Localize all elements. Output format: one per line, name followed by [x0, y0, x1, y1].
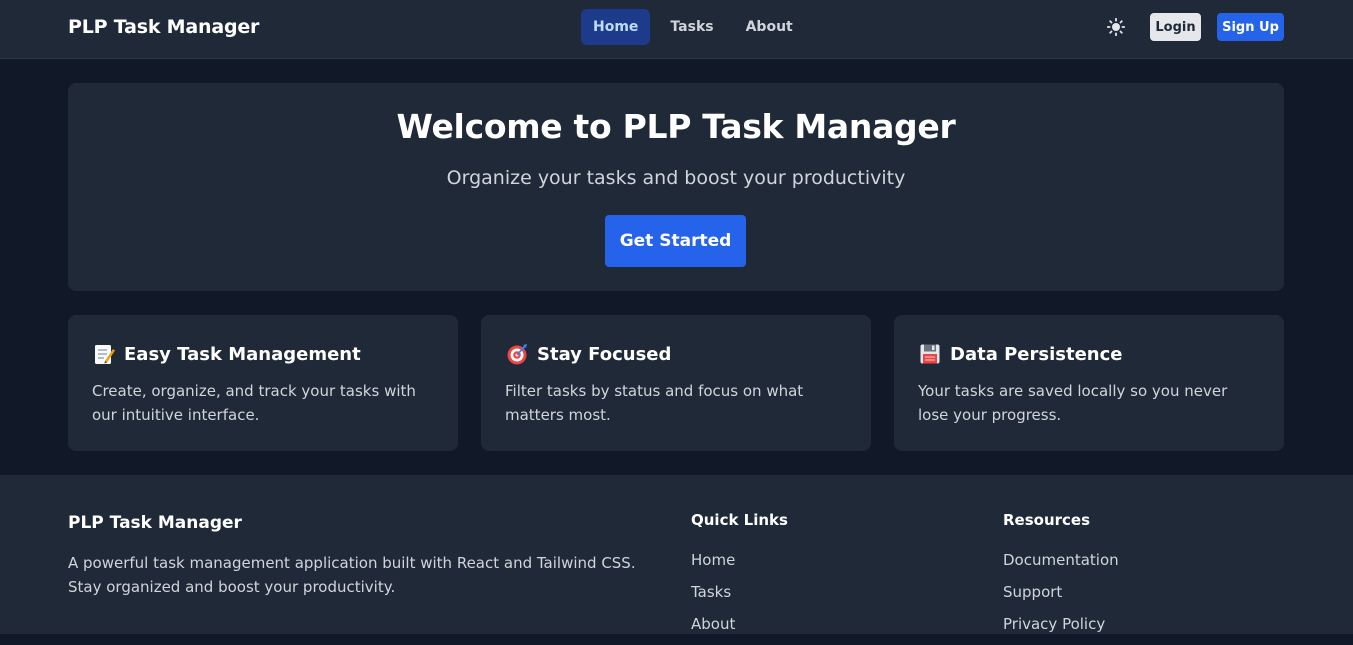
feature-title-text: Easy Task Management — [124, 343, 361, 365]
floppy-disk-icon — [918, 342, 942, 366]
footer-brand: PLP Task Manager — [68, 513, 242, 533]
theme-toggle-button[interactable] — [1104, 15, 1128, 39]
feature-card-title: Stay Focused — [505, 341, 847, 367]
footer-resources-title: Resources — [1003, 511, 1091, 529]
footer-resources: Resources Documentation Support Privacy … — [1003, 511, 1119, 645]
footer-link-tasks[interactable]: Tasks — [691, 581, 788, 613]
top-navbar: PLP Task Manager Home Tasks About Login … — [0, 0, 1353, 59]
footer-description: A powerful task management application b… — [68, 554, 636, 596]
footer-link-support[interactable]: Support — [1003, 581, 1119, 613]
feature-card-title: Easy Task Management — [92, 341, 434, 367]
feature-title-text: Stay Focused — [537, 343, 672, 365]
get-started-button[interactable]: Get Started — [605, 215, 746, 267]
signup-button[interactable]: Sign Up — [1217, 13, 1284, 41]
hero-title: Welcome to PLP Task Manager — [396, 107, 956, 146]
target-icon — [505, 342, 529, 366]
main-nav: Home Tasks About — [581, 9, 805, 45]
footer-link-documentation[interactable]: Documentation — [1003, 549, 1119, 581]
footer-quick-links-title: Quick Links — [691, 511, 788, 529]
brand-logo-text[interactable]: PLP Task Manager — [68, 16, 259, 38]
feature-card-data-persistence: Data Persistence Your tasks are saved lo… — [894, 315, 1284, 451]
hero-subtitle: Organize your tasks and boost your produ… — [446, 167, 906, 189]
site-footer: PLP Task Manager A powerful task managem… — [0, 475, 1353, 634]
feature-description: Filter tasks by status and focus on what… — [505, 382, 804, 424]
footer-link-home[interactable]: Home — [691, 549, 788, 581]
footer-quick-links: Quick Links Home Tasks About — [691, 511, 788, 645]
nav-link-home[interactable]: Home — [581, 9, 651, 45]
feature-card-title: Data Persistence — [918, 341, 1260, 367]
feature-card-stay-focused: Stay Focused Filter tasks by status and … — [481, 315, 871, 451]
memo-icon — [92, 342, 116, 366]
footer-link-privacy-policy[interactable]: Privacy Policy — [1003, 613, 1119, 645]
feature-card-task-management: Easy Task Management Create, organize, a… — [68, 315, 458, 451]
feature-title-text: Data Persistence — [950, 343, 1123, 365]
nav-link-tasks[interactable]: Tasks — [658, 9, 725, 45]
login-button[interactable]: Login — [1150, 13, 1201, 41]
feature-description: Your tasks are saved locally so you neve… — [918, 382, 1228, 424]
nav-link-about[interactable]: About — [734, 9, 805, 45]
footer-link-about[interactable]: About — [691, 613, 788, 645]
sun-icon — [1107, 18, 1125, 36]
feature-description: Create, organize, and track your tasks w… — [92, 382, 416, 424]
hero-section: Welcome to PLP Task Manager Organize you… — [68, 83, 1284, 291]
